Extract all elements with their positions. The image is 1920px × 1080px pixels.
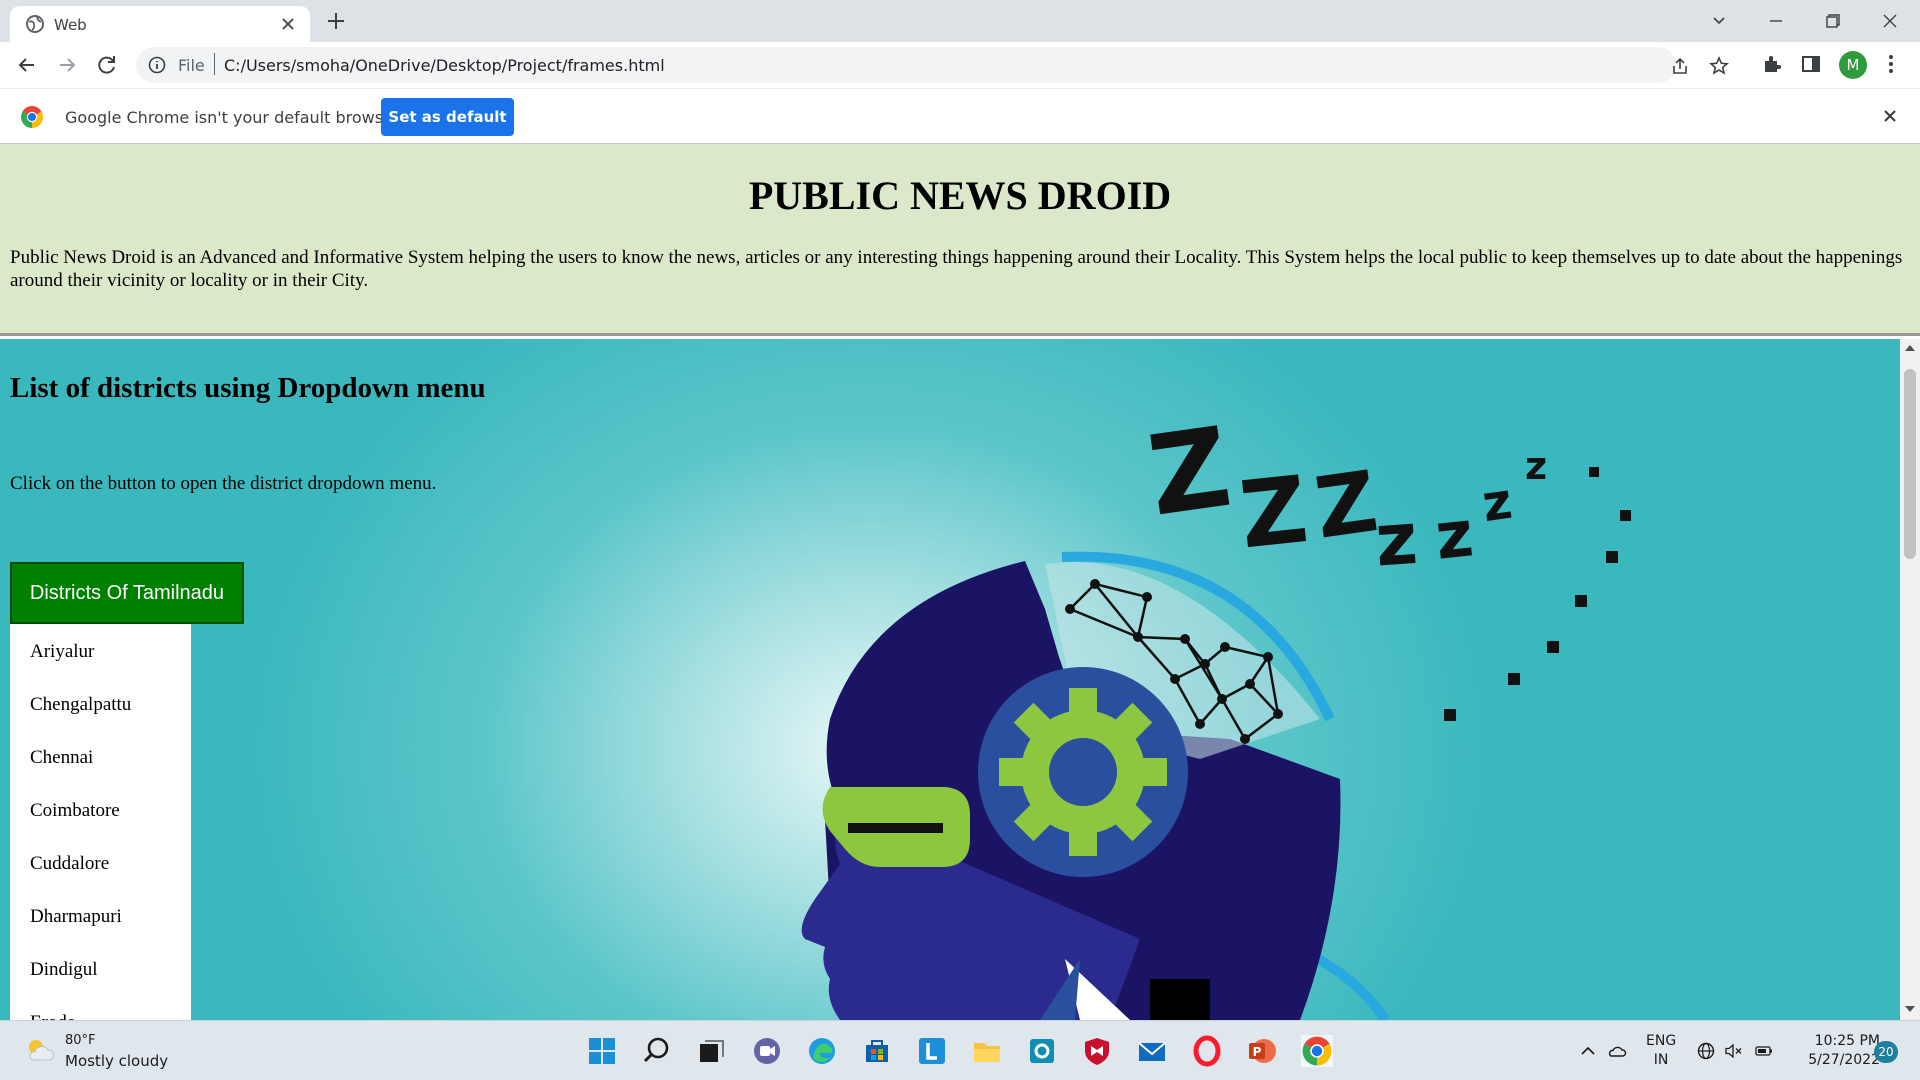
bottom-frame: Z Z Z z z z z List of districts using Dr… (0, 339, 1920, 1020)
chrome-logo-icon (21, 106, 43, 128)
battery-icon[interactable] (1754, 1041, 1774, 1061)
search-icon[interactable] (641, 1035, 673, 1067)
region-code: IN (1653, 1052, 1669, 1068)
district-option[interactable]: Erode (30, 1012, 75, 1020)
address-bar[interactable]: File C:/Users/smoha/OneDrive/Desktop/Pro… (136, 47, 1729, 83)
scroll-down-arrow-icon[interactable] (1905, 1006, 1915, 1012)
districts-dropdown-button[interactable]: Districts Of Tamilnadu (10, 562, 244, 624)
volume-muted-icon[interactable] (1724, 1041, 1744, 1061)
restore-icon[interactable] (1820, 8, 1846, 34)
scrollbar-thumb[interactable] (1904, 369, 1916, 559)
set-default-button[interactable]: Set as default (381, 98, 514, 136)
district-option[interactable]: Chennai (30, 747, 93, 769)
minimize-icon[interactable] (1763, 8, 1789, 34)
sleeping-robot-illustration: Z Z Z z z z z (801, 403, 1631, 1020)
windows-taskbar: 80°F Mostly cloudy P ENG IN 10:25 PM 5/2… (0, 1020, 1920, 1080)
notification-count-badge[interactable]: 20 (1874, 1041, 1898, 1063)
side-panel-icon[interactable] (1800, 53, 1822, 75)
edge-icon[interactable] (806, 1035, 838, 1067)
svg-text:z: z (1372, 496, 1420, 583)
store-icon[interactable] (861, 1035, 893, 1067)
system-clock[interactable]: 10:25 PM 5/27/2022 (1790, 1032, 1880, 1070)
l-app-icon[interactable] (916, 1035, 948, 1067)
partly-cloudy-icon (29, 1040, 55, 1061)
close-tab-icon[interactable] (278, 14, 298, 34)
globe-icon (26, 15, 44, 33)
new-tab-button[interactable] (322, 9, 350, 33)
district-option[interactable]: Coimbatore (30, 800, 120, 822)
browser-tab[interactable]: Web (10, 6, 310, 42)
file-explorer-icon[interactable] (971, 1035, 1003, 1067)
app-square-icon[interactable] (1026, 1035, 1058, 1067)
page-title: PUBLIC NEWS DROID (748, 173, 1172, 218)
onedrive-sync-icon[interactable] (1607, 1041, 1627, 1061)
thought-dots (1444, 467, 1631, 721)
powerpoint-icon[interactable]: P (1246, 1035, 1278, 1067)
svg-text:P: P (1253, 1045, 1262, 1059)
reload-icon[interactable] (94, 52, 120, 78)
district-option[interactable]: Ariyalur (30, 641, 94, 663)
top-frame: PUBLIC NEWS DROID Public News Droid is a… (0, 144, 1920, 336)
browser-toolbar: File C:/Users/smoha/OneDrive/Desktop/Pro… (0, 42, 1920, 88)
url-separator (214, 53, 215, 75)
url-text[interactable]: C:/Users/smoha/OneDrive/Desktop/Project/… (224, 56, 665, 75)
share-icon[interactable] (1670, 56, 1690, 76)
mail-icon[interactable] (1136, 1035, 1168, 1067)
back-icon[interactable] (14, 52, 40, 78)
profile-avatar[interactable]: M (1839, 51, 1867, 79)
close-window-icon[interactable] (1877, 8, 1903, 34)
dropdown-section-heading: List of districts using Dropdown menu (10, 372, 486, 404)
tab-search-icon[interactable] (1706, 8, 1732, 34)
teams-chat-icon[interactable] (751, 1035, 783, 1067)
language-code: ENG (1646, 1033, 1677, 1049)
weather-temperature: 80°F (65, 1033, 96, 1048)
task-view-icon[interactable] (696, 1035, 728, 1067)
show-hidden-icons-icon[interactable] (1578, 1041, 1598, 1061)
extensions-icon[interactable] (1761, 53, 1783, 75)
district-option[interactable]: Dharmapuri (30, 906, 122, 928)
url-scheme-label: File (178, 56, 205, 75)
input-language[interactable]: ENG IN (1646, 1032, 1676, 1070)
zzz-text: Z Z Z z z z z (1141, 403, 1547, 583)
start-icon[interactable] (586, 1035, 618, 1067)
gear (999, 688, 1167, 856)
svg-text:Z: Z (1235, 456, 1313, 569)
district-option[interactable]: Dindigul (30, 959, 98, 981)
tab-title: Web (54, 16, 87, 34)
chrome-taskbar-icon[interactable] (1301, 1035, 1333, 1067)
mcafee-icon[interactable] (1081, 1035, 1113, 1067)
svg-text:z: z (1525, 444, 1547, 488)
page-description: Public News Droid is an Advanced and Inf… (10, 247, 1903, 291)
close-infobar-icon[interactable] (1879, 105, 1901, 127)
dropdown-instruction: Click on the button to open the district… (10, 473, 437, 494)
tab-strip: Web (0, 0, 1920, 42)
clock-date: 5/27/2022 (1808, 1052, 1880, 1068)
svg-text:Z: Z (1141, 403, 1238, 541)
weather-condition: Mostly cloudy (65, 1052, 169, 1070)
infobar-message: Google Chrome isn't your default browser (65, 108, 400, 127)
menu-dots-icon[interactable] (1880, 53, 1902, 75)
district-option[interactable]: Cuddalore (30, 853, 109, 875)
info-icon[interactable] (148, 56, 166, 74)
network-globe-icon[interactable] (1696, 1041, 1716, 1061)
opera-icon[interactable] (1191, 1035, 1223, 1067)
svg-text:z: z (1479, 472, 1516, 533)
svg-text:z: z (1432, 497, 1477, 574)
forward-icon[interactable] (54, 52, 80, 78)
scroll-up-arrow-icon[interactable] (1905, 345, 1915, 351)
clock-time: 10:25 PM (1814, 1033, 1880, 1049)
district-option[interactable]: Chengalpattu (30, 694, 131, 716)
districts-dropdown-menu: Ariyalur Chengalpattu Chennai Coimbatore… (10, 624, 191, 1020)
default-browser-infobar: Google Chrome isn't your default browser… (0, 88, 1920, 144)
bookmark-star-icon[interactable] (1709, 56, 1729, 76)
vertical-scrollbar[interactable] (1900, 339, 1920, 1020)
